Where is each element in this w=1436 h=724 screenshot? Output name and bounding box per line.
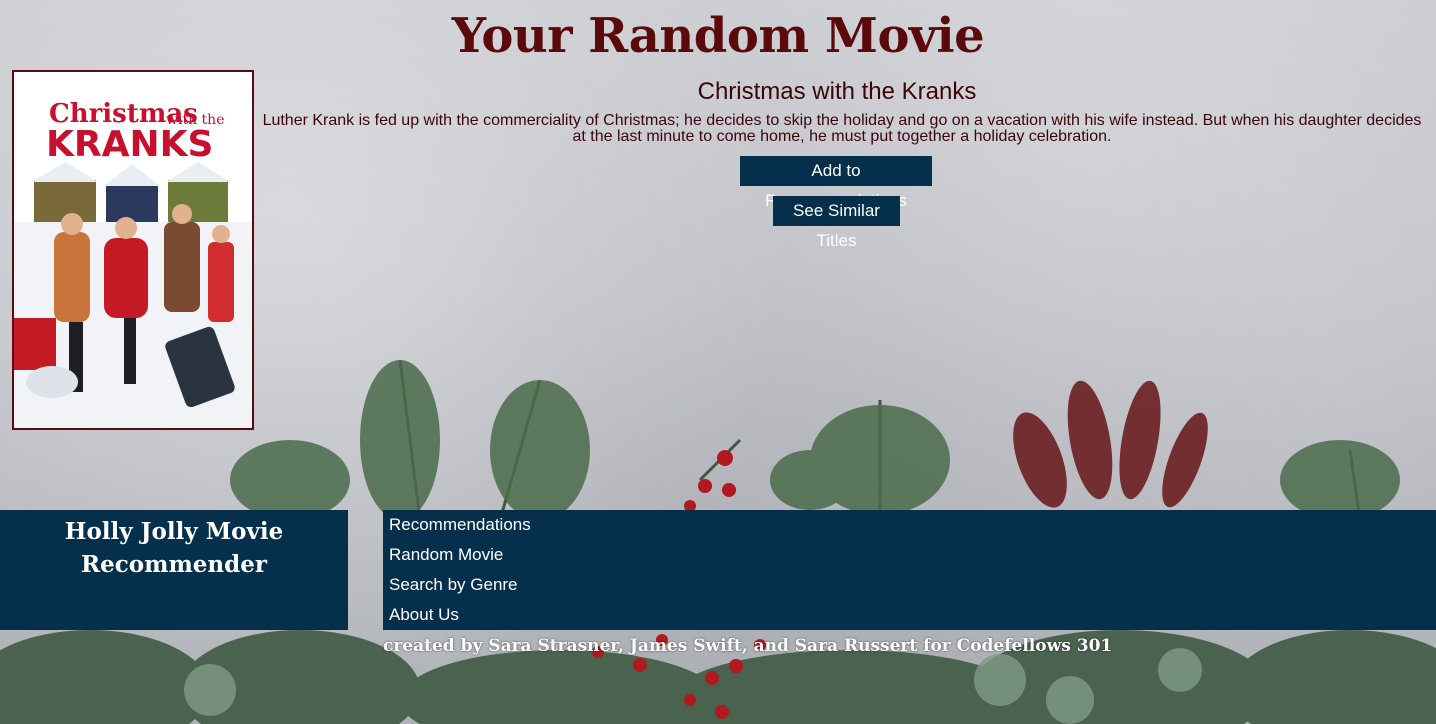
page-title: Your Random Movie xyxy=(451,8,985,64)
movie-overview: Luther Krank is fed up with the commerci… xyxy=(262,112,1422,145)
add-to-recommendations-button[interactable]: Add to Recommendations xyxy=(740,156,932,210)
footer-credit: created by Sara Strasner, James Swift, a… xyxy=(383,636,1113,656)
nav-item-random-movie[interactable]: Random Movie xyxy=(383,540,1436,570)
footer-brand: Holly Jolly Movie Recommender xyxy=(0,510,348,630)
poster-title-kranks: KRANKS xyxy=(46,124,213,165)
poster-image: Christmas with the KRANKS xyxy=(14,72,252,428)
see-similar-titles-button[interactable]: See Similar Titles xyxy=(773,196,900,250)
movie-poster: Christmas with the KRANKS xyxy=(12,70,254,430)
movie-title: Christmas with the Kranks xyxy=(697,78,977,105)
nav-item-about-us[interactable]: About Us xyxy=(383,600,1436,630)
nav-item-search-by-genre[interactable]: Search by Genre xyxy=(383,570,1436,600)
footer-nav: Recommendations Random Movie Search by G… xyxy=(383,510,1436,630)
nav-item-recommendations[interactable]: Recommendations xyxy=(383,510,1436,540)
